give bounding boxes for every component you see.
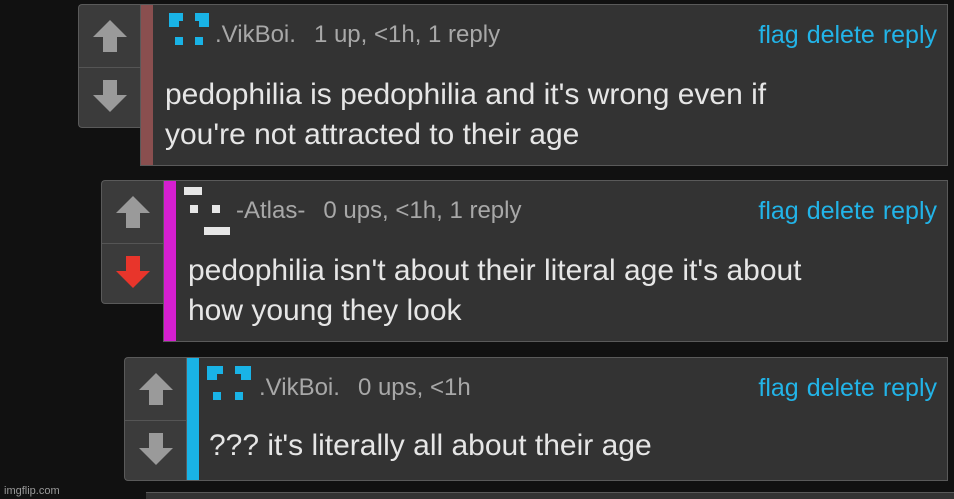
comment-2: -Atlas- 0 ups, <1h, 1 reply flag delete rep… xyxy=(101,180,948,342)
reply-link[interactable]: reply xyxy=(883,21,937,49)
flag-link[interactable]: flag xyxy=(758,197,798,225)
reply-link[interactable]: reply xyxy=(883,197,937,225)
comment-card: .VikBoi. 1 up, <1h, 1 reply flag delete rep… xyxy=(140,4,948,166)
vote-panel xyxy=(78,4,140,128)
comment-stats: 1 up, <1h, 1 reply xyxy=(313,21,501,48)
comment-3: .VikBoi. 0 ups, <1h flag delete reply ??? i… xyxy=(124,357,948,481)
upvote-button[interactable] xyxy=(102,181,163,243)
down-arrow-icon xyxy=(115,256,150,288)
upvote-button[interactable] xyxy=(79,5,140,67)
avatar[interactable] xyxy=(207,366,251,400)
downvote-button[interactable] xyxy=(102,241,163,303)
comment-actions: flag delete reply xyxy=(750,21,937,49)
username-link[interactable]: .VikBoi. xyxy=(259,374,340,401)
comment-text: pedophilia isn't about their literal age… xyxy=(188,254,802,327)
comment-meta: -Atlas- 0 ups, <1h, 1 reply xyxy=(236,197,521,225)
username-link[interactable]: -Atlas- xyxy=(236,197,305,224)
comment-card: .VikBoi. 0 ups, <1h flag delete reply ??? i… xyxy=(186,357,948,481)
flag-link[interactable]: flag xyxy=(758,374,798,402)
comment-stats: 0 ups, <1h xyxy=(357,374,471,401)
watermark: imgflip.com xyxy=(4,485,60,497)
comment-stats: 0 ups, <1h, 1 reply xyxy=(323,197,522,224)
up-arrow-icon xyxy=(115,196,150,228)
avatar[interactable] xyxy=(169,13,209,45)
up-arrow-icon xyxy=(138,373,173,405)
comment-meta: .VikBoi. 1 up, <1h, 1 reply xyxy=(215,21,500,49)
downvote-button[interactable] xyxy=(79,65,140,127)
comment-actions: flag delete reply xyxy=(750,374,937,402)
comment-meta: .VikBoi. 0 ups, <1h xyxy=(259,374,471,402)
upvote-button[interactable] xyxy=(125,358,186,420)
comment-actions: flag delete reply xyxy=(750,197,937,225)
thread-stripe xyxy=(164,181,176,341)
down-arrow-icon xyxy=(138,433,173,465)
delete-link[interactable]: delete xyxy=(807,197,875,225)
down-arrow-icon xyxy=(92,80,127,112)
vote-panel xyxy=(124,357,186,481)
delete-link[interactable]: delete xyxy=(807,21,875,49)
up-arrow-icon xyxy=(92,20,127,52)
avatar[interactable] xyxy=(184,187,232,237)
comment-text: ??? it's literally all about their age xyxy=(209,429,652,462)
next-comment-edge xyxy=(146,492,954,499)
vote-panel xyxy=(101,180,163,304)
downvote-button[interactable] xyxy=(125,418,186,480)
comment-card: -Atlas- 0 ups, <1h, 1 reply flag delete rep… xyxy=(163,180,948,342)
username-link[interactable]: .VikBoi. xyxy=(215,21,296,48)
thread-stripe xyxy=(187,358,199,480)
flag-link[interactable]: flag xyxy=(758,21,798,49)
delete-link[interactable]: delete xyxy=(807,374,875,402)
reply-link[interactable]: reply xyxy=(883,374,937,402)
comment-text: pedophilia is pedophilia and it's wrong … xyxy=(165,78,767,151)
thread-stripe xyxy=(141,5,153,165)
comment-1: .VikBoi. 1 up, <1h, 1 reply flag delete rep… xyxy=(78,4,948,166)
